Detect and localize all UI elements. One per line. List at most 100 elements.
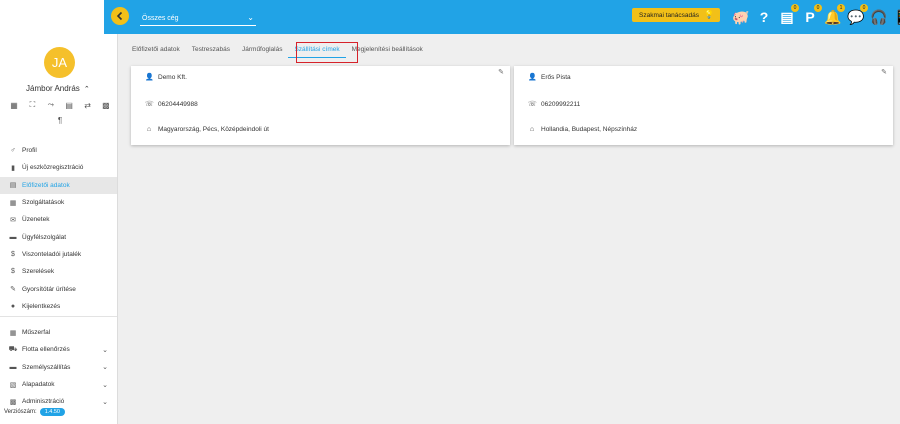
sidebar-item-label: Kijelentkezés — [22, 302, 61, 310]
phone-download-icon-glyph: 📱 — [893, 9, 900, 26]
sidebar-item-icon: ▩ — [9, 398, 17, 406]
sidebar-item[interactable]: ▦ Műszerfal — [0, 324, 117, 341]
sidebar-item-icon: ▬ — [9, 233, 17, 241]
sidebar-item-label: Alapadatok — [22, 381, 55, 389]
bell-icon[interactable]: 🔔 1 — [824, 4, 845, 27]
sidebar-item-label: Műszerfal — [22, 329, 51, 337]
avatar[interactable]: JA — [44, 47, 75, 78]
notification-badge: 0 — [814, 4, 822, 12]
sidebar-item[interactable]: ▬ Személyszállítás ⌄ — [0, 359, 117, 376]
notification-badge: 0 — [860, 4, 868, 12]
sidebar-item[interactable]: ● Kijelentkezés — [0, 298, 117, 315]
sidebar-item[interactable]: ▤ Előfizetői adatok — [0, 176, 117, 194]
header-icons: 🐖?▤0P0🔔1💬0🎧📱 — [732, 4, 900, 28]
sidebar-item-label: Szerelések — [22, 268, 55, 276]
share-quick-icon[interactable]: ⇄ — [82, 99, 94, 111]
quick-access-icons: ▦ ⛶ ⤳ ▤ ⇄ ▩ ¶ — [8, 99, 112, 126]
advisor-button-label: Szakmai tanácsadás — [639, 11, 699, 19]
sidebar-item[interactable]: ✎ Gyorsítótár ürítése — [0, 280, 117, 297]
user-name: Jámbor András — [26, 84, 80, 93]
sidebar-item[interactable]: ▬ Ügyfélszolgálat — [0, 228, 117, 245]
route-quick-icon[interactable]: ⤳ — [45, 99, 57, 111]
parking-icon-glyph: P — [805, 9, 815, 25]
lightbulb-icon: 💡 — [704, 10, 714, 19]
chevron-left-icon — [116, 11, 123, 21]
sidebar-menu: ♂ Profil ▮ Új eszközregisztráció ▤ Előfizetői… — [0, 142, 117, 315]
person-icon: 👤 — [528, 74, 537, 81]
address-name: Demo Kft. — [158, 73, 187, 81]
sidebar-item-icon: ▬ — [9, 363, 17, 371]
map-quick-icon[interactable]: ⛶ — [26, 99, 38, 111]
sidebar-item-icon: ⛟ — [8, 346, 18, 354]
sidebar-item-label: Személyszállítás — [22, 363, 71, 371]
tab[interactable]: Járműfoglalás — [236, 44, 288, 58]
address-location: Hollandia, Budapest, Népszínház — [541, 126, 638, 133]
sidebar-item-icon: ▤ — [9, 182, 17, 190]
report-quick-icon[interactable]: ▤ — [63, 99, 75, 111]
advisor-button[interactable]: Szakmai tanácsadás 💡 — [632, 8, 720, 22]
sidebar-item-label: Adminisztráció — [22, 398, 65, 406]
company-select[interactable]: Összes cég ⌄ — [140, 12, 256, 26]
settings-tabs: Előfizetői adatok Testreszabás Járműfoglal… — [126, 44, 429, 58]
sidebar-item-icon: $ — [11, 268, 15, 276]
address-card-1: ✎ 👤 Demo Kft. ☏ 06204449988 ⌂ Magyarorsz… — [131, 66, 510, 145]
sidebar-item[interactable]: $ Viszonteladói jutalék — [0, 246, 117, 263]
sidebar-item[interactable]: ▦ Szolgáltatások — [0, 194, 117, 211]
chevron-up-icon: ⌃ — [83, 85, 90, 93]
sidebar-menu-modules: ▦ Műszerfal ⛟ Flotta ellenőrzés ⌄ ▬ Személyszá… — [0, 324, 117, 410]
version-label: Verziószám: — [4, 409, 37, 415]
address-name-row: 👤 Demo Kft. — [145, 73, 187, 82]
address-phone-row: ☏ 06204449988 — [145, 100, 198, 109]
sidebar-item[interactable]: ⛟ Flotta ellenőrzés ⌄ — [0, 341, 117, 358]
edit-pencil-icon[interactable]: ✎ — [881, 68, 887, 76]
dashboard-quick-icon[interactable]: ▦ — [8, 99, 20, 111]
sidebar-item-label: Viszonteladói jutalék — [22, 250, 82, 258]
chevron-down-icon: ⌄ — [102, 398, 108, 406]
sidebar-item-icon: ▦ — [9, 199, 17, 207]
sidebar-item-label: Profil — [22, 147, 37, 155]
headset-icon-glyph: 🎧 — [870, 8, 888, 25]
sidebar-item-label: Üzenetek — [22, 216, 50, 224]
sidebar-item-label: Gyorsítótár ürítése — [22, 285, 76, 293]
notification-badge: 1 — [837, 4, 845, 12]
user-menu-toggle[interactable]: Jámbor András ⌃ — [26, 84, 90, 93]
version-info: Verziószám: 1.4.50 — [4, 408, 65, 416]
sidebar-divider — [0, 316, 117, 317]
paragraph-quick-icon[interactable]: ¶ — [54, 114, 66, 126]
address-name: Erős Pista — [541, 73, 571, 81]
address-location-row: ⌂ Magyarország, Pécs, Középdeindoli út — [145, 126, 269, 133]
top-bar-logo-area — [0, 0, 104, 34]
top-bar: Összes cég ⌄ Szakmai tanácsadás 💡 🐖? ▤ 0 P 0… — [0, 0, 900, 34]
sidebar-item[interactable]: ▮ Új eszközregisztráció — [0, 159, 117, 176]
tab[interactable]: Előfizetői adatok — [126, 44, 186, 58]
tab[interactable]: Megjelenítési beállítások — [346, 44, 429, 58]
sidebar-item[interactable]: ♂ Profil — [0, 142, 117, 159]
sidebar-item-label: Ügyfélszolgálat — [22, 233, 67, 241]
address-card-2: ✎ 👤 Erős Pista ☏ 06209992211 ⌂ Hollandia… — [514, 66, 893, 145]
company-select-value: Összes cég — [142, 15, 179, 22]
address-phone-row: ☏ 06209992211 — [528, 100, 580, 109]
address-location: Magyarország, Pécs, Középdeindoli út — [158, 126, 269, 133]
parking-icon[interactable]: P0 — [801, 4, 822, 27]
chat-icon[interactable]: 💬 0 — [847, 4, 868, 27]
help-icon[interactable]: ? — [755, 7, 773, 27]
headset-icon[interactable]: 🎧 — [870, 7, 888, 27]
piggy-bank-icon[interactable]: 🐖 — [732, 7, 750, 27]
truck-quick-icon[interactable]: ▩ — [100, 99, 112, 111]
chevron-down-icon: ⌄ — [247, 13, 254, 22]
chevron-down-icon: ⌄ — [102, 364, 108, 372]
chevron-down-icon: ⌄ — [102, 346, 108, 354]
phone-download-icon[interactable]: 📱 — [893, 7, 900, 27]
document-icon[interactable]: ▤ 0 — [778, 4, 799, 27]
phone-icon: ☏ — [528, 101, 537, 108]
home-icon: ⌂ — [529, 126, 535, 133]
sidebar-collapse-button[interactable] — [111, 7, 129, 25]
sidebar-item[interactable]: ▧ Alapadatok ⌄ — [0, 376, 117, 393]
edit-pencil-icon[interactable]: ✎ — [498, 68, 504, 76]
sidebar-item-icon: ▦ — [9, 329, 17, 337]
address-phone: 06204449988 — [158, 100, 198, 108]
sidebar-item[interactable]: $ Szerelések — [0, 263, 117, 280]
sidebar-item-label: Szolgáltatások — [22, 199, 65, 207]
tab[interactable]: Testreszabás — [186, 44, 236, 58]
sidebar-item[interactable]: ✉ Üzenetek — [0, 211, 117, 228]
